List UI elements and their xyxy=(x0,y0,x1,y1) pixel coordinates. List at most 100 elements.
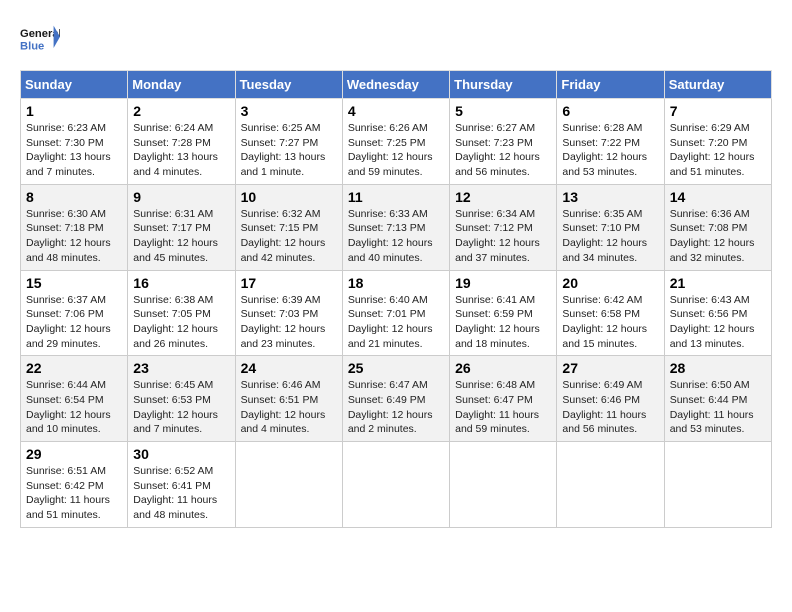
calendar-cell: 27Sunrise: 6:49 AM Sunset: 6:46 PM Dayli… xyxy=(557,356,664,442)
calendar-cell: 13 Sunrise: 6:35 AM Sunset: 7:10 PM Dayli… xyxy=(557,184,664,270)
day-number: 5 xyxy=(455,103,551,119)
day-number: 30 xyxy=(133,446,229,462)
calendar-cell: 30Sunrise: 6:52 AM Sunset: 6:41 PM Dayli… xyxy=(128,442,235,528)
week-row-3: 15 Sunrise: 6:37 AM Sunset: 7:06 PM Dayli… xyxy=(21,270,772,356)
calendar-cell xyxy=(664,442,771,528)
day-number: 16 xyxy=(133,275,229,291)
calendar-cell: 26Sunrise: 6:48 AM Sunset: 6:47 PM Dayli… xyxy=(450,356,557,442)
calendar-cell: 16 Sunrise: 6:38 AM Sunset: 7:05 PM Dayli… xyxy=(128,270,235,356)
logo-icon: General Blue xyxy=(20,20,60,60)
calendar-body: 1 Sunrise: 6:23 AM Sunset: 7:30 PM Daylig… xyxy=(21,99,772,528)
day-number: 6 xyxy=(562,103,658,119)
week-row-4: 22 Sunrise: 6:44 AM Sunset: 6:54 PM Dayli… xyxy=(21,356,772,442)
day-info: Sunrise: 6:24 AM Sunset: 7:28 PM Dayligh… xyxy=(133,121,229,180)
calendar-cell: 7 Sunrise: 6:29 AM Sunset: 7:20 PM Daylig… xyxy=(664,99,771,185)
calendar-cell: 8 Sunrise: 6:30 AM Sunset: 7:18 PM Daylig… xyxy=(21,184,128,270)
day-number: 13 xyxy=(562,189,658,205)
day-header-thursday: Thursday xyxy=(450,71,557,99)
day-info: Sunrise: 6:29 AM Sunset: 7:20 PM Dayligh… xyxy=(670,121,766,180)
day-header-tuesday: Tuesday xyxy=(235,71,342,99)
day-number: 7 xyxy=(670,103,766,119)
day-number: 1 xyxy=(26,103,122,119)
svg-text:Blue: Blue xyxy=(20,41,44,53)
day-number: 10 xyxy=(241,189,337,205)
day-info: Sunrise: 6:30 AM Sunset: 7:18 PM Dayligh… xyxy=(26,207,122,266)
day-info: Sunrise: 6:45 AM Sunset: 6:53 PM Dayligh… xyxy=(133,378,229,437)
day-number: 12 xyxy=(455,189,551,205)
day-number: 27 xyxy=(562,360,658,376)
day-info: Sunrise: 6:39 AM Sunset: 7:03 PM Dayligh… xyxy=(241,293,337,352)
day-number: 9 xyxy=(133,189,229,205)
week-row-2: 8 Sunrise: 6:30 AM Sunset: 7:18 PM Daylig… xyxy=(21,184,772,270)
week-row-1: 1 Sunrise: 6:23 AM Sunset: 7:30 PM Daylig… xyxy=(21,99,772,185)
logo: General Blue xyxy=(20,20,60,60)
calendar-cell: 15 Sunrise: 6:37 AM Sunset: 7:06 PM Dayli… xyxy=(21,270,128,356)
day-number: 20 xyxy=(562,275,658,291)
day-number: 25 xyxy=(348,360,444,376)
day-number: 11 xyxy=(348,189,444,205)
calendar-cell: 23 Sunrise: 6:45 AM Sunset: 6:53 PM Dayli… xyxy=(128,356,235,442)
day-info: Sunrise: 6:28 AM Sunset: 7:22 PM Dayligh… xyxy=(562,121,658,180)
day-info: Sunrise: 6:51 AM Sunset: 6:42 PM Dayligh… xyxy=(26,464,122,523)
calendar-cell: 6 Sunrise: 6:28 AM Sunset: 7:22 PM Daylig… xyxy=(557,99,664,185)
day-number: 18 xyxy=(348,275,444,291)
day-info: Sunrise: 6:25 AM Sunset: 7:27 PM Dayligh… xyxy=(241,121,337,180)
day-number: 4 xyxy=(348,103,444,119)
day-header-wednesday: Wednesday xyxy=(342,71,449,99)
day-info: Sunrise: 6:37 AM Sunset: 7:06 PM Dayligh… xyxy=(26,293,122,352)
day-number: 24 xyxy=(241,360,337,376)
calendar-cell: 19Sunrise: 6:41 AM Sunset: 6:59 PM Dayli… xyxy=(450,270,557,356)
calendar-cell xyxy=(342,442,449,528)
day-info: Sunrise: 6:48 AM Sunset: 6:47 PM Dayligh… xyxy=(455,378,551,437)
day-number: 28 xyxy=(670,360,766,376)
day-info: Sunrise: 6:26 AM Sunset: 7:25 PM Dayligh… xyxy=(348,121,444,180)
day-info: Sunrise: 6:50 AM Sunset: 6:44 PM Dayligh… xyxy=(670,378,766,437)
day-info: Sunrise: 6:34 AM Sunset: 7:12 PM Dayligh… xyxy=(455,207,551,266)
day-header-sunday: Sunday xyxy=(21,71,128,99)
day-number: 22 xyxy=(26,360,122,376)
calendar-cell: 3 Sunrise: 6:25 AM Sunset: 7:27 PM Daylig… xyxy=(235,99,342,185)
day-info: Sunrise: 6:38 AM Sunset: 7:05 PM Dayligh… xyxy=(133,293,229,352)
calendar-cell: 9 Sunrise: 6:31 AM Sunset: 7:17 PM Daylig… xyxy=(128,184,235,270)
calendar-cell: 28 Sunrise: 6:50 AM Sunset: 6:44 PM Dayli… xyxy=(664,356,771,442)
day-number: 21 xyxy=(670,275,766,291)
calendar-cell: 22 Sunrise: 6:44 AM Sunset: 6:54 PM Dayli… xyxy=(21,356,128,442)
calendar-cell xyxy=(450,442,557,528)
calendar-cell: 10 Sunrise: 6:32 AM Sunset: 7:15 PM Dayli… xyxy=(235,184,342,270)
calendar-cell: 17 Sunrise: 6:39 AM Sunset: 7:03 PM Dayli… xyxy=(235,270,342,356)
week-row-5: 29 Sunrise: 6:51 AM Sunset: 6:42 PM Dayli… xyxy=(21,442,772,528)
day-info: Sunrise: 6:43 AM Sunset: 6:56 PM Dayligh… xyxy=(670,293,766,352)
calendar-cell: 4 Sunrise: 6:26 AM Sunset: 7:25 PM Daylig… xyxy=(342,99,449,185)
day-info: Sunrise: 6:46 AM Sunset: 6:51 PM Dayligh… xyxy=(241,378,337,437)
day-number: 8 xyxy=(26,189,122,205)
calendar-cell: 21 Sunrise: 6:43 AM Sunset: 6:56 PM Dayli… xyxy=(664,270,771,356)
calendar-cell: 5Sunrise: 6:27 AM Sunset: 7:23 PM Daylig… xyxy=(450,99,557,185)
day-number: 14 xyxy=(670,189,766,205)
day-number: 23 xyxy=(133,360,229,376)
day-info: Sunrise: 6:35 AM Sunset: 7:10 PM Dayligh… xyxy=(562,207,658,266)
logo-container: General Blue xyxy=(20,20,60,60)
day-number: 29 xyxy=(26,446,122,462)
day-number: 2 xyxy=(133,103,229,119)
day-info: Sunrise: 6:31 AM Sunset: 7:17 PM Dayligh… xyxy=(133,207,229,266)
day-number: 3 xyxy=(241,103,337,119)
day-header-monday: Monday xyxy=(128,71,235,99)
day-header-friday: Friday xyxy=(557,71,664,99)
calendar-cell: 24 Sunrise: 6:46 AM Sunset: 6:51 PM Dayli… xyxy=(235,356,342,442)
header: General Blue xyxy=(20,20,772,60)
calendar-cell: 14 Sunrise: 6:36 AM Sunset: 7:08 PM Dayli… xyxy=(664,184,771,270)
day-info: Sunrise: 6:42 AM Sunset: 6:58 PM Dayligh… xyxy=(562,293,658,352)
day-info: Sunrise: 6:36 AM Sunset: 7:08 PM Dayligh… xyxy=(670,207,766,266)
calendar-cell: 20 Sunrise: 6:42 AM Sunset: 6:58 PM Dayli… xyxy=(557,270,664,356)
day-info: Sunrise: 6:44 AM Sunset: 6:54 PM Dayligh… xyxy=(26,378,122,437)
day-number: 15 xyxy=(26,275,122,291)
day-number: 17 xyxy=(241,275,337,291)
calendar-cell: 18 Sunrise: 6:40 AM Sunset: 7:01 PM Dayli… xyxy=(342,270,449,356)
calendar-table: SundayMondayTuesdayWednesdayThursdayFrid… xyxy=(20,70,772,528)
day-header-saturday: Saturday xyxy=(664,71,771,99)
day-info: Sunrise: 6:32 AM Sunset: 7:15 PM Dayligh… xyxy=(241,207,337,266)
calendar-cell xyxy=(557,442,664,528)
calendar-cell: 1 Sunrise: 6:23 AM Sunset: 7:30 PM Daylig… xyxy=(21,99,128,185)
day-info: Sunrise: 6:23 AM Sunset: 7:30 PM Dayligh… xyxy=(26,121,122,180)
day-info: Sunrise: 6:40 AM Sunset: 7:01 PM Dayligh… xyxy=(348,293,444,352)
